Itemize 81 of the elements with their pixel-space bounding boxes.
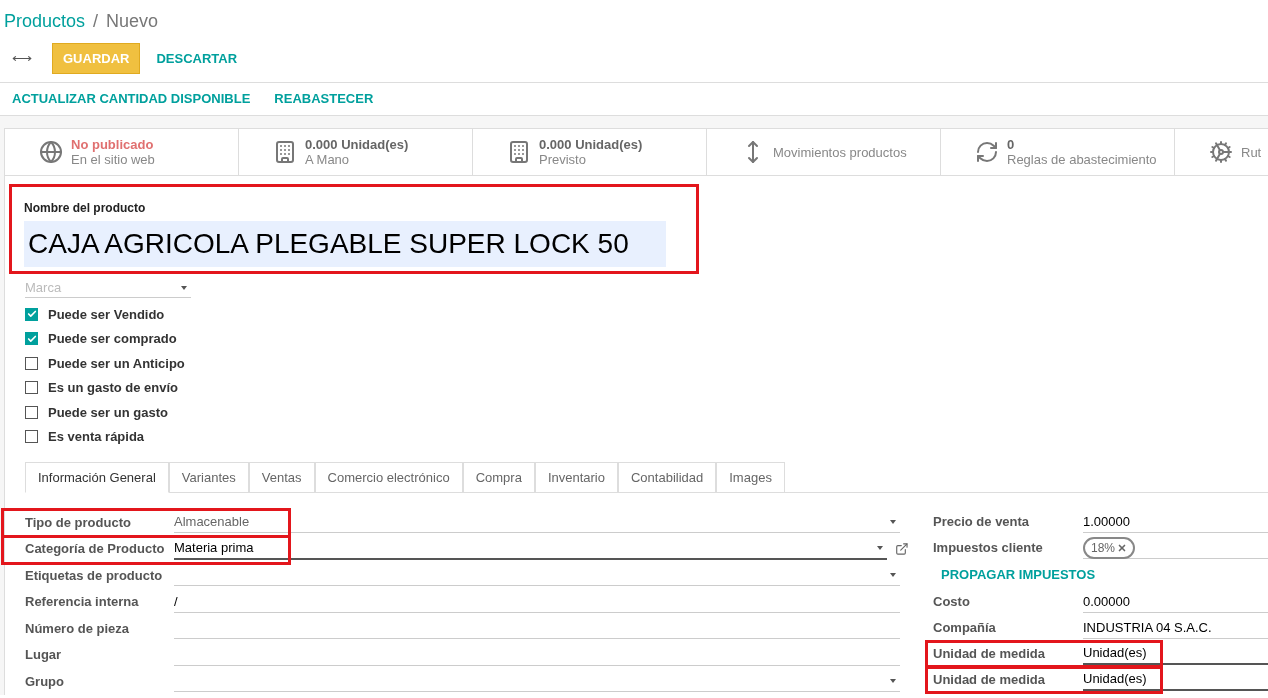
- stat-label: Movimientos productos: [773, 144, 907, 160]
- field-label: Referencia interna: [25, 594, 139, 609]
- tab[interactable]: Images: [716, 462, 785, 493]
- checkbox-label: Puede ser comprado: [48, 330, 177, 348]
- tags-field[interactable]: 18%: [1083, 537, 1268, 559]
- checkbox[interactable]: [25, 430, 38, 444]
- field-label: Nombre del producto: [24, 200, 147, 217]
- stat-label: Previsto: [539, 152, 587, 167]
- field-label: Grupo: [25, 673, 64, 689]
- checkbox[interactable]: [25, 405, 38, 419]
- stat-value: 0.000 Unidad(es): [305, 137, 409, 152]
- checkbox-label: Puede ser un Anticipo: [48, 354, 185, 373]
- caret-icon: [890, 572, 896, 577]
- field-label: Unidad de medida: [933, 646, 1045, 662]
- checkbox[interactable]: [25, 332, 38, 346]
- field-label: Número de pieza: [25, 620, 130, 636]
- product-name-field[interactable]: CAJA AGRICOLA PLEGABLE SUPER LOCK 50: [24, 221, 666, 267]
- stat-label: Rut: [1241, 144, 1262, 160]
- stat-button[interactable]: Rut: [1175, 129, 1268, 175]
- caret-icon: [890, 519, 896, 524]
- checkbox[interactable]: [25, 307, 38, 321]
- expand-icon[interactable]: ⟷: [12, 48, 32, 69]
- field-label: Impuestos cliente: [933, 540, 1043, 556]
- breadcrumb-current: Nuevo: [106, 10, 159, 33]
- discard-button[interactable]: DESCARTAR: [144, 43, 250, 74]
- select-field[interactable]: Materia prima: [174, 537, 888, 560]
- checkbox[interactable]: [25, 381, 38, 395]
- breadcrumb-link[interactable]: Productos: [4, 8, 86, 35]
- globe-icon: [39, 140, 63, 164]
- checkbox-label: Es un gasto de envío: [48, 379, 179, 397]
- field-label: Lugar: [25, 647, 62, 662]
- building-icon: [507, 140, 531, 164]
- stat-button[interactable]: No publicado En el sitio web: [5, 129, 239, 175]
- stat-label: Reglas de abastecimiento: [1007, 152, 1157, 167]
- input-field[interactable]: 0.00000: [1083, 591, 1268, 613]
- input-field[interactable]: /: [174, 590, 900, 613]
- refresh-icon: [975, 140, 999, 164]
- caret-icon: [890, 678, 896, 683]
- caret-icon: [181, 285, 187, 290]
- stat-button[interactable]: 0.000 Unidad(es) A Mano: [239, 129, 473, 175]
- remove-icon[interactable]: [1117, 542, 1128, 553]
- tab[interactable]: Ventas: [248, 462, 315, 493]
- select-field[interactable]: Almacenable: [174, 511, 900, 534]
- field-label: Etiquetas de producto: [25, 567, 163, 583]
- stat-value: No publicado: [71, 137, 155, 152]
- checkbox-label: Es venta rápida: [48, 428, 145, 446]
- field-label: Unidad de medida: [933, 672, 1045, 688]
- tab[interactable]: Compra: [462, 462, 535, 493]
- tax-tag: 18%: [1083, 536, 1136, 559]
- tab[interactable]: Variantes: [168, 462, 249, 493]
- caret-icon: [877, 545, 884, 550]
- external-link-icon[interactable]: [895, 541, 909, 556]
- tab[interactable]: Contabilidad: [617, 462, 717, 493]
- tab[interactable]: Información General: [25, 462, 169, 493]
- select-field[interactable]: Unidad(es): [1083, 669, 1268, 691]
- gear-icon: [1209, 140, 1233, 164]
- stat-value: 0.000 Unidad(es): [539, 137, 643, 152]
- stat-button[interactable]: 0 Reglas de abastecimiento: [941, 129, 1175, 175]
- tab[interactable]: Comercio electrónico: [314, 462, 463, 493]
- field-label: Categoría de Producto: [25, 541, 165, 556]
- action-button[interactable]: ACTUALIZAR CANTIDAD DISPONIBLE: [12, 89, 251, 109]
- field-label: Compañía: [933, 620, 996, 636]
- building-icon: [273, 140, 297, 164]
- stat-value: 0: [1007, 137, 1016, 152]
- action-button[interactable]: REABASTECER: [274, 89, 374, 109]
- select-field[interactable]: Unidad(es): [1083, 643, 1268, 665]
- stat-label: A Mano: [305, 152, 351, 167]
- field-label: Costo: [933, 594, 970, 610]
- stat-label: En el sitio web: [71, 152, 155, 167]
- breadcrumb-separator: /: [93, 10, 99, 33]
- checkbox[interactable]: [25, 356, 38, 370]
- propagate-taxes-button[interactable]: PROPAGAR IMPUESTOS: [941, 565, 1096, 585]
- input-field[interactable]: INDUSTRIA 04 S.A.C.: [1083, 617, 1268, 639]
- field-label: Tipo de producto: [25, 514, 131, 530]
- input-field[interactable]: 1.00000: [1083, 511, 1268, 533]
- checkbox-label: Puede ser Vendido: [48, 305, 165, 324]
- checkbox-label: Puede ser un gasto: [48, 403, 168, 422]
- stat-button[interactable]: 0.000 Unidad(es) Previsto: [473, 129, 707, 175]
- field-label: Precio de venta: [933, 514, 1030, 530]
- stat-button[interactable]: Movimientos productos: [707, 129, 941, 175]
- tab[interactable]: Inventario: [534, 462, 618, 493]
